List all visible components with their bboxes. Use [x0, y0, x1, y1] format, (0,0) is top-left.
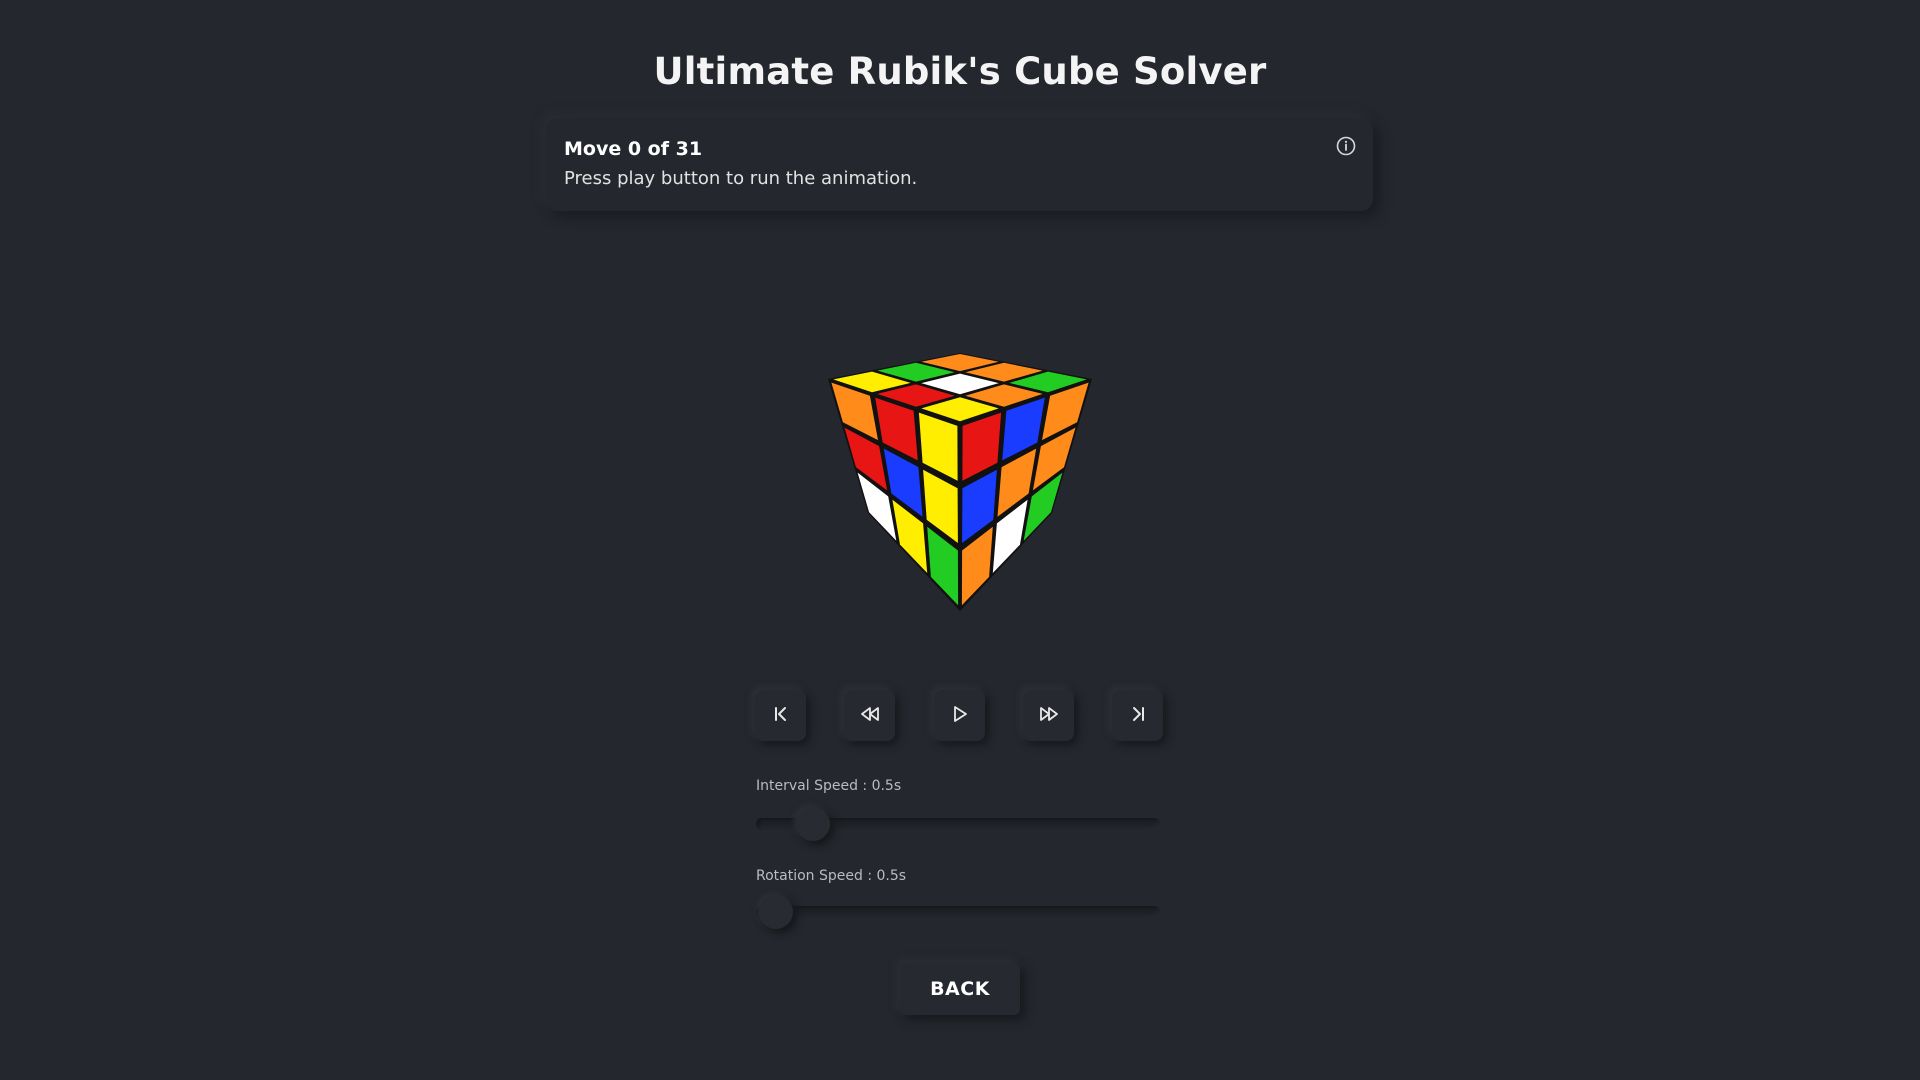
step-forward-button[interactable] — [1023, 690, 1074, 741]
page-title: Ultimate Rubik's Cube Solver — [653, 50, 1267, 93]
rotation-speed-thumb[interactable] — [759, 895, 794, 929]
rewind-icon — [859, 704, 881, 728]
page: Ultimate Rubik's Cube Solver Move 0 of 3… — [0, 0, 1920, 1080]
rotation-speed-slider[interactable] — [756, 895, 1160, 929]
skip-to-end-button[interactable] — [1112, 690, 1163, 741]
fast-forward-icon — [1038, 704, 1060, 728]
move-description: Press play button to run the animation. — [564, 168, 918, 189]
back-button[interactable]: BACK — [900, 963, 1020, 1015]
interval-speed-slider[interactable] — [756, 807, 1160, 841]
interval-speed-thumb[interactable] — [795, 807, 830, 841]
play-icon — [950, 704, 970, 728]
skip-end-icon — [1128, 704, 1148, 728]
interval-speed-label: Interval Speed : 0.5s — [756, 778, 902, 794]
move-counter: Move 0 of 31 — [564, 138, 703, 160]
rubiks-cube-view[interactable] — [820, 343, 1100, 613]
playback-controls — [755, 690, 1165, 745]
step-back-button[interactable] — [844, 690, 895, 741]
play-button[interactable] — [934, 690, 985, 741]
info-circle-icon[interactable] — [1335, 135, 1357, 157]
skip-start-icon — [771, 704, 791, 728]
move-info-card: Move 0 of 31 Press play button to run th… — [546, 118, 1373, 211]
skip-to-start-button[interactable] — [755, 690, 806, 741]
rotation-speed-label: Rotation Speed : 0.5s — [756, 868, 907, 884]
